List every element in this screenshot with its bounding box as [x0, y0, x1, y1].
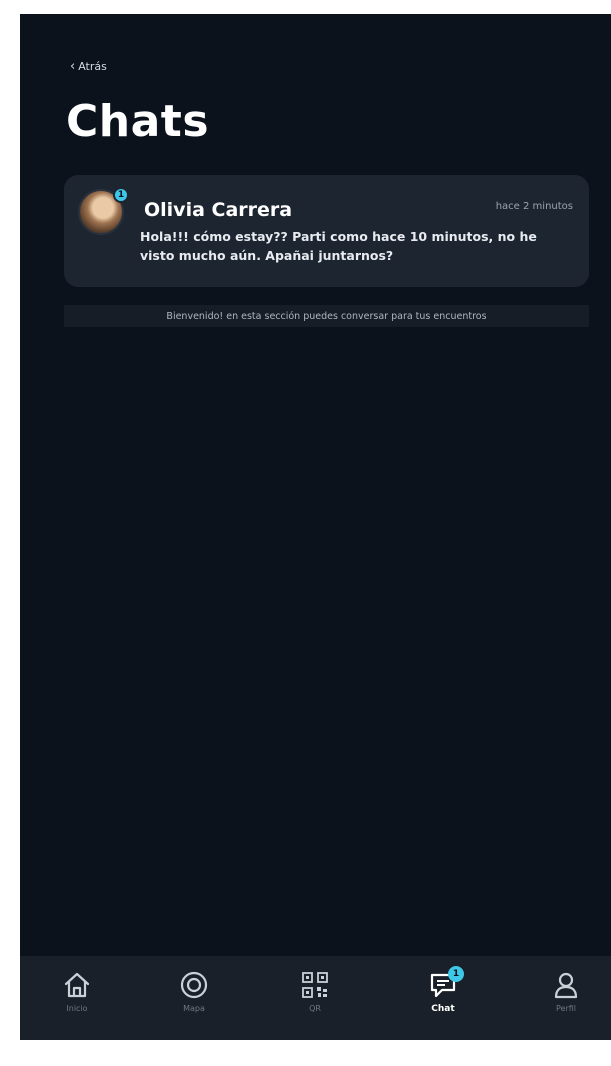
nav-label-perfil: Perfil	[555, 1004, 576, 1013]
chevron-left-icon: ‹	[70, 59, 76, 74]
nav-item-qr[interactable]: QR	[280, 970, 350, 1013]
page-title: Chats	[66, 96, 210, 147]
nav-item-chat[interactable]: 1 Chat	[408, 966, 478, 1014]
nav-label-qr: QR	[309, 1004, 321, 1013]
user-icon	[554, 972, 578, 999]
info-banner: Bienvenido! en esta sección puedes conve…	[64, 305, 589, 327]
chat-timestamp: hace 2 minutos	[495, 201, 573, 212]
back-label: Atrás	[78, 60, 107, 73]
nav-item-inicio[interactable]: Inicio	[42, 970, 112, 1013]
home-icon	[64, 972, 90, 998]
nav-label-inicio: Inicio	[66, 1004, 88, 1013]
nav-item-perfil[interactable]: Perfil	[531, 970, 601, 1013]
unread-badge: 1	[113, 187, 129, 203]
chat-message-preview: Hola!!! cómo estay?? Parti como hace 10 …	[140, 229, 537, 263]
nav-label-chat: Chat	[431, 1004, 455, 1014]
nav-item-mapa[interactable]: Mapa	[159, 970, 229, 1013]
chat-unread-badge: 1	[448, 966, 464, 982]
bottom-navigation: Inicio Mapa QR 1 Chat Perfil	[20, 956, 611, 1040]
qr-icon	[302, 972, 328, 998]
app-screen: ‹ Atrás Chats 1 Olivia Carrera hace 2 mi…	[20, 14, 611, 1040]
back-button[interactable]: ‹ Atrás	[70, 60, 107, 73]
target-icon	[180, 971, 208, 999]
chat-list-item[interactable]: 1 Olivia Carrera hace 2 minutos Hola!!! …	[64, 175, 589, 287]
chat-contact-name: Olivia Carrera	[144, 199, 293, 221]
nav-label-mapa: Mapa	[183, 1004, 205, 1013]
